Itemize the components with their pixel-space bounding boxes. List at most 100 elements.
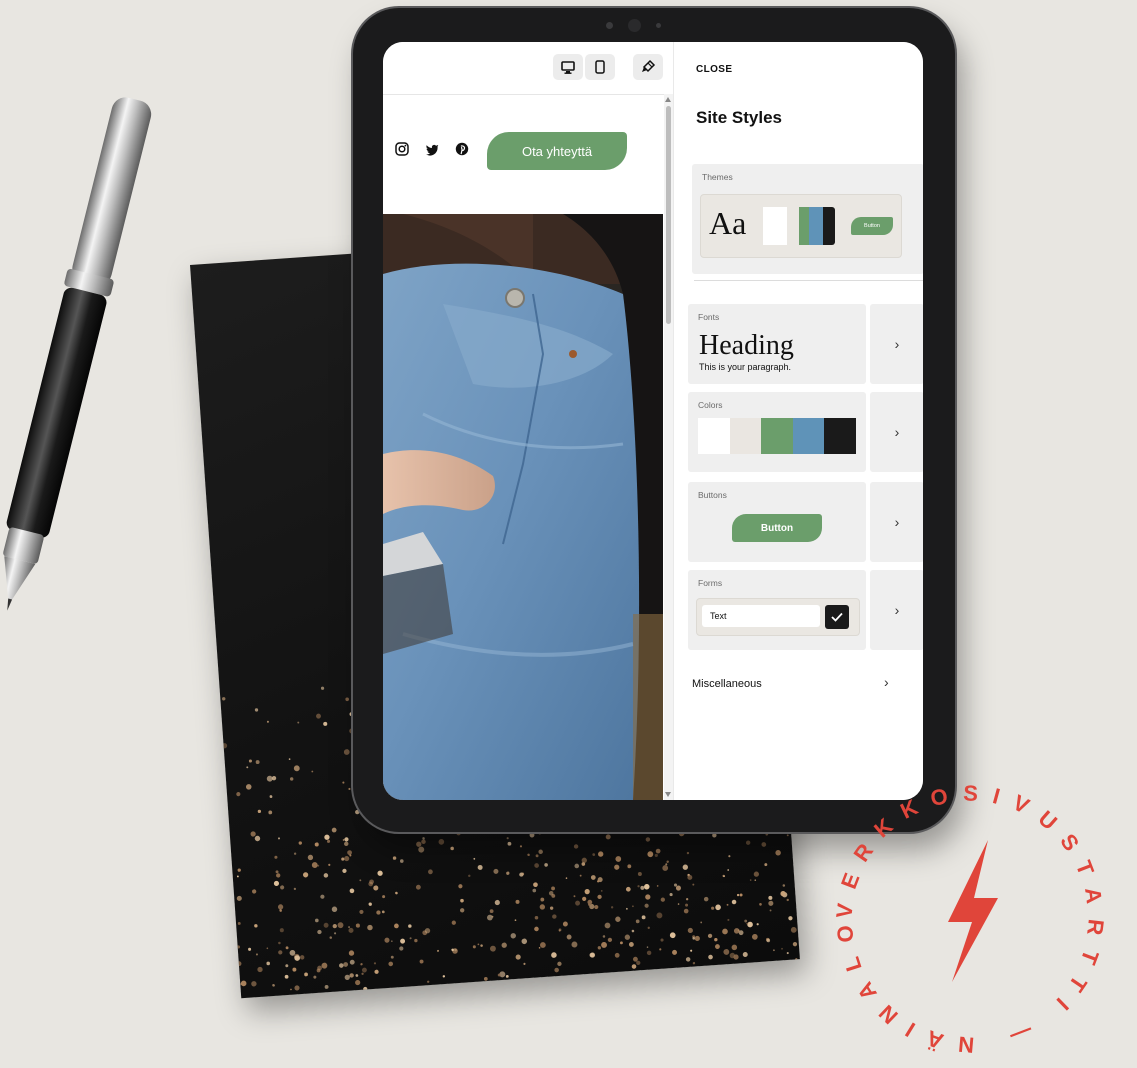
glitter-dot: [764, 863, 768, 867]
glitter-dot: [786, 952, 789, 955]
glitter-dot: [348, 927, 354, 933]
scroll-up-arrow[interactable]: [665, 97, 671, 102]
glitter-dot: [324, 985, 329, 989]
glitter-dot: [254, 924, 258, 928]
glitter-dot: [278, 837, 281, 840]
close-button[interactable]: CLOSE: [696, 64, 732, 75]
colors-open-button[interactable]: ›: [870, 392, 923, 472]
glitter-dot: [339, 963, 344, 968]
glitter-dot: [313, 975, 317, 979]
form-input-preview: Text: [702, 605, 820, 627]
glitter-dot: [293, 852, 297, 855]
glitter-dot: [304, 972, 308, 977]
glitter-dot: [437, 949, 440, 952]
glitter-dot: [257, 809, 262, 814]
glitter-dot: [782, 884, 786, 887]
glitter-dot: [515, 899, 520, 904]
glitter-dot: [628, 942, 634, 947]
glitter-dot: [472, 945, 476, 949]
glitter-dot: [307, 854, 314, 861]
glitter-dot: [761, 842, 767, 847]
glitter-dot: [523, 962, 526, 965]
glitter-dot: [554, 967, 559, 973]
glitter-dot: [575, 900, 581, 906]
glitter-dot: [373, 885, 379, 891]
glitter-dot: [534, 863, 539, 868]
glitter-dot: [781, 947, 783, 950]
editor-toolbar: [383, 42, 673, 95]
preview-scrollbar[interactable]: [664, 94, 673, 800]
glitter-dot: [342, 839, 345, 841]
glitter-dot: [722, 928, 728, 935]
scroll-thumb[interactable]: [666, 106, 671, 324]
glitter-dot: [349, 959, 355, 965]
desktop-icon: [561, 60, 575, 74]
buttons-open-button[interactable]: ›: [870, 482, 923, 562]
glitter-dot: [584, 889, 590, 895]
glitter-dot: [795, 958, 798, 961]
glitter-dot: [489, 909, 494, 914]
glitter-dot: [731, 899, 737, 905]
glitter-dot: [359, 879, 362, 882]
glitter-dot: [222, 697, 226, 701]
site-styles-button[interactable]: [633, 54, 663, 80]
glitter-dot: [645, 837, 651, 842]
glitter-dot: [363, 986, 368, 992]
mobile-view-button[interactable]: [585, 54, 615, 80]
glitter-dot: [744, 919, 748, 923]
glitter-dot: [252, 889, 257, 894]
forms-card[interactable]: Forms Text: [688, 570, 866, 650]
glitter-dot: [331, 827, 337, 833]
glitter-dot: [551, 952, 557, 958]
twitter-icon[interactable]: [425, 142, 439, 156]
glitter-dot: [505, 974, 509, 978]
scroll-down-arrow[interactable]: [665, 792, 671, 797]
pinterest-icon[interactable]: [455, 142, 469, 156]
themes-label: Themes: [702, 172, 733, 182]
glitter-dot: [656, 885, 659, 887]
glitter-dot: [290, 988, 292, 991]
theme-preview[interactable]: Aa Button: [700, 194, 902, 258]
glitter-dot: [565, 877, 568, 879]
theme-swatch-white: [763, 207, 787, 245]
buttons-label: Buttons: [698, 490, 727, 500]
glitter-dot: [600, 890, 603, 892]
buttons-card[interactable]: Buttons Button: [688, 482, 866, 562]
glitter-dot: [615, 856, 622, 862]
themes-card[interactable]: Themes Aa Button: [692, 164, 923, 274]
glitter-dot: [280, 885, 285, 890]
instagram-icon[interactable]: [395, 142, 409, 156]
fonts-open-button[interactable]: ›: [870, 304, 923, 384]
glitter-dot: [507, 841, 512, 846]
glitter-dot: [374, 969, 379, 974]
glitter-dot: [690, 949, 693, 952]
glitter-dot: [711, 906, 715, 910]
glitter-dot: [324, 834, 330, 840]
glitter-dot: [687, 927, 693, 934]
glitter-dot: [237, 922, 241, 925]
glitter-dot: [715, 944, 720, 949]
glitter-dot: [786, 898, 789, 902]
glitter-dot: [337, 922, 344, 929]
desktop-view-button[interactable]: [553, 54, 583, 80]
glitter-dot: [236, 895, 242, 901]
hero-photo: [383, 214, 663, 800]
miscellaneous-item[interactable]: Miscellaneous: [692, 678, 762, 690]
forms-open-button[interactable]: ›: [870, 570, 923, 650]
fonts-card[interactable]: Fonts Heading This is your paragraph.: [688, 304, 866, 384]
colors-card[interactable]: Colors: [688, 392, 866, 472]
chevron-right-icon: ›: [894, 424, 900, 440]
glitter-dot: [538, 946, 541, 949]
chevron-right-icon[interactable]: ›: [884, 674, 889, 690]
glitter-dot: [646, 950, 652, 956]
glitter-dot: [581, 857, 587, 864]
glitter-dot: [328, 863, 331, 866]
glitter-dot: [592, 853, 596, 856]
glitter-dot: [290, 777, 294, 781]
form-checkbox-preview: [825, 605, 849, 629]
glitter-dot: [540, 942, 546, 948]
glitter-dot: [727, 869, 730, 871]
contact-button[interactable]: Ota yhteyttä: [487, 132, 627, 170]
glitter-dot: [348, 926, 350, 928]
glitter-dot: [237, 868, 241, 872]
